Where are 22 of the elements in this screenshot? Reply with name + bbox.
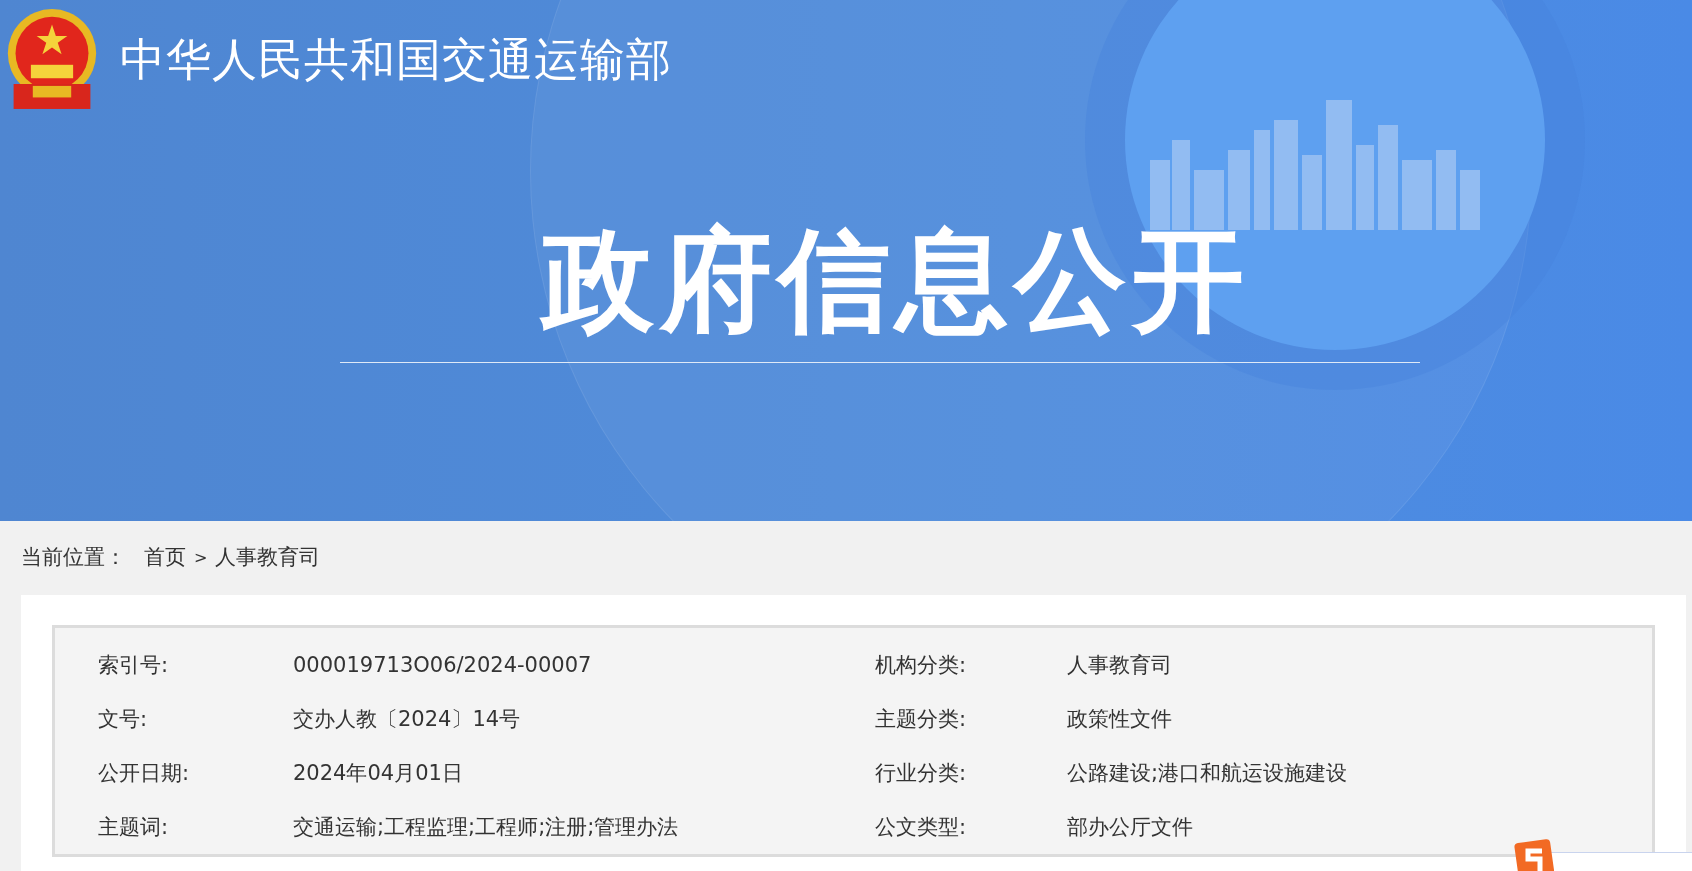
field-value: 公路建设;港口和航运设施建设 bbox=[1067, 760, 1349, 787]
breadcrumb-link[interactable]: 首页 bbox=[144, 543, 186, 571]
field-label: 公开日期: bbox=[98, 760, 191, 787]
field-label: 索引号: bbox=[98, 652, 170, 679]
field-value: 000019713O06/2024-00007 bbox=[293, 653, 593, 677]
ime-logo-icon[interactable] bbox=[1514, 837, 1554, 871]
field-value: 交办人教〔2024〕14号 bbox=[293, 706, 522, 733]
field-label: 机构分类: bbox=[875, 652, 968, 679]
field-value: 人事教育司 bbox=[1067, 652, 1173, 679]
site-name: 中华人民共和国交通运输部 bbox=[120, 32, 672, 88]
field-label: 主题词: bbox=[98, 814, 170, 841]
field-label: 文号: bbox=[98, 706, 149, 733]
field-value: 政策性文件 bbox=[1067, 706, 1173, 733]
field-label: 公文类型: bbox=[875, 814, 968, 841]
breadcrumb-link[interactable]: 人事教育司 bbox=[215, 543, 321, 571]
breadcrumb-separator: > bbox=[194, 547, 208, 567]
field-label: 主题分类: bbox=[875, 706, 968, 733]
field-value: 部办公厅文件 bbox=[1067, 814, 1194, 841]
field-label: 行业分类: bbox=[875, 760, 968, 787]
field-value: 2024年04月01日 bbox=[293, 760, 464, 787]
breadcrumb-label: 当前位置： bbox=[21, 544, 126, 571]
field-value: 交通运输;工程监理;工程师;注册;管理办法 bbox=[293, 814, 680, 841]
